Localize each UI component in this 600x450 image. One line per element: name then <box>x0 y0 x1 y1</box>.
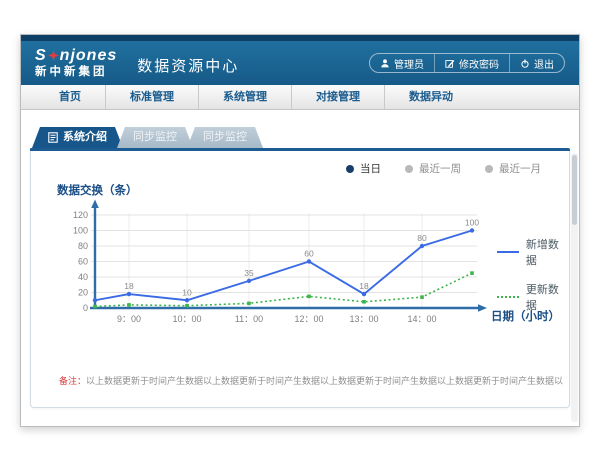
svg-text:60: 60 <box>304 249 314 259</box>
app-window: S njones 新中新集团 数据资源中心 管理员 <box>20 34 580 427</box>
range-filter-group: 当日 最近一周 最近一月 <box>37 157 563 178</box>
current-user-label: 管理员 <box>394 56 424 71</box>
tab-label: 同步监控 <box>133 127 177 148</box>
legend-label: 更新数据 <box>526 281 563 313</box>
filter-label: 当日 <box>360 161 381 176</box>
svg-text:20: 20 <box>78 288 88 298</box>
svg-text:40: 40 <box>78 272 88 282</box>
legend-label: 新增数据 <box>526 236 563 268</box>
y-axis-title: 数据交换（条） <box>57 182 563 198</box>
current-user-button[interactable]: 管理员 <box>370 54 434 72</box>
nav-item-interface-mgmt[interactable]: 对接管理 <box>291 85 384 109</box>
svg-text:0: 0 <box>83 303 88 313</box>
svg-text:11：00: 11：00 <box>235 314 263 324</box>
svg-text:12：00: 12：00 <box>294 314 323 324</box>
svg-text:100: 100 <box>465 218 479 228</box>
radio-unselected-icon <box>405 165 413 173</box>
nav-item-data-change[interactable]: 数据异动 <box>384 85 477 109</box>
user-icon <box>380 58 390 69</box>
tab-sync-monitor-2[interactable]: 同步监控 <box>187 127 263 148</box>
tab-label: 系统介绍 <box>63 127 107 148</box>
legend-update-data: 更新数据 <box>497 281 563 313</box>
chart-panel: 当日 最近一周 最近一月 数据交换（条） 0 20 40 60 80 100 120 9：00… <box>30 151 570 408</box>
tab-bar: 系统介绍 同步监控 同步监控 <box>32 127 570 148</box>
logout-button[interactable]: 退出 <box>509 54 564 72</box>
chart-legend: 新增数据 更新数据 <box>497 236 563 313</box>
tab-sync-monitor-1[interactable]: 同步监控 <box>117 127 193 148</box>
change-password-label: 修改密码 <box>459 56 499 71</box>
scrollbar-thumb[interactable] <box>572 155 577 225</box>
svg-text:10：00: 10：00 <box>172 314 201 324</box>
legend-new-data: 新增数据 <box>497 236 563 268</box>
app-header: S njones 新中新集团 数据资源中心 管理员 <box>21 41 579 85</box>
svg-text:35: 35 <box>244 268 254 278</box>
radio-selected-icon <box>346 165 354 173</box>
svg-text:100: 100 <box>73 226 88 236</box>
main-nav: 首页 标准管理 系统管理 对接管理 数据异动 <box>21 85 579 110</box>
content-area: 系统介绍 同步监控 同步监控 当日 最近 <box>21 110 579 408</box>
solid-line-swatch <box>497 251 519 253</box>
page-title: 数据资源中心 <box>137 55 239 76</box>
nav-item-standard-mgmt[interactable]: 标准管理 <box>105 85 198 109</box>
logout-label: 退出 <box>534 56 554 71</box>
chart-area: 0 20 40 60 80 100 120 9：00 10：00 11：00 12：00 13：00 1… <box>45 198 563 350</box>
svg-text:120: 120 <box>73 210 88 220</box>
tab-label: 同步监控 <box>203 127 247 148</box>
edit-icon <box>445 58 455 69</box>
nav-item-system-mgmt[interactable]: 系统管理 <box>198 85 291 109</box>
filter-last-week[interactable]: 最近一周 <box>405 161 461 176</box>
logo-subtitle: 新中新集团 <box>35 67 117 79</box>
power-icon <box>520 58 530 69</box>
company-logo: S njones 新中新集团 <box>35 48 117 79</box>
svg-text:18: 18 <box>359 281 369 291</box>
footnote-prefix: 备注： <box>59 376 86 386</box>
svg-text:10: 10 <box>182 287 192 297</box>
scrollbar[interactable] <box>571 153 578 422</box>
line-chart: 0 20 40 60 80 100 120 9：00 10：00 11：00 12：00 13：00 1… <box>67 198 497 348</box>
svg-text:80: 80 <box>78 241 88 251</box>
user-menu: 管理员 修改密码 退出 <box>369 53 565 73</box>
filter-last-month[interactable]: 最近一月 <box>485 161 541 176</box>
tab-system-intro[interactable]: 系统介绍 <box>32 127 123 148</box>
page: S njones 新中新集团 数据资源中心 管理员 <box>0 0 600 450</box>
logo-text-suffix: njones <box>60 48 118 64</box>
svg-text:18: 18 <box>124 281 134 291</box>
footnote-text: 以上数据更新于时间产生数据以上数据更新于时间产生数据以上数据更新于时间产生数据以… <box>86 376 563 386</box>
document-icon <box>48 132 58 143</box>
nav-item-home[interactable]: 首页 <box>35 85 105 109</box>
svg-text:13：00: 13：00 <box>349 314 378 324</box>
logo-text-prefix: S <box>35 48 47 64</box>
filter-label: 最近一周 <box>419 161 461 176</box>
svg-text:60: 60 <box>78 257 88 267</box>
footnote: 备注：以上数据更新于时间产生数据以上数据更新于时间产生数据以上数据更新于时间产生… <box>59 374 563 387</box>
filter-label: 最近一月 <box>499 161 541 176</box>
svg-text:14：00: 14：00 <box>407 314 436 324</box>
logo-star-icon <box>48 50 59 61</box>
dotted-line-swatch <box>497 296 519 298</box>
logo-wordmark: S njones <box>35 48 117 64</box>
filter-today[interactable]: 当日 <box>346 161 381 176</box>
change-password-button[interactable]: 修改密码 <box>434 54 509 72</box>
svg-text:80: 80 <box>417 233 427 243</box>
svg-text:9：00: 9：00 <box>117 314 141 324</box>
radio-unselected-icon <box>485 165 493 173</box>
